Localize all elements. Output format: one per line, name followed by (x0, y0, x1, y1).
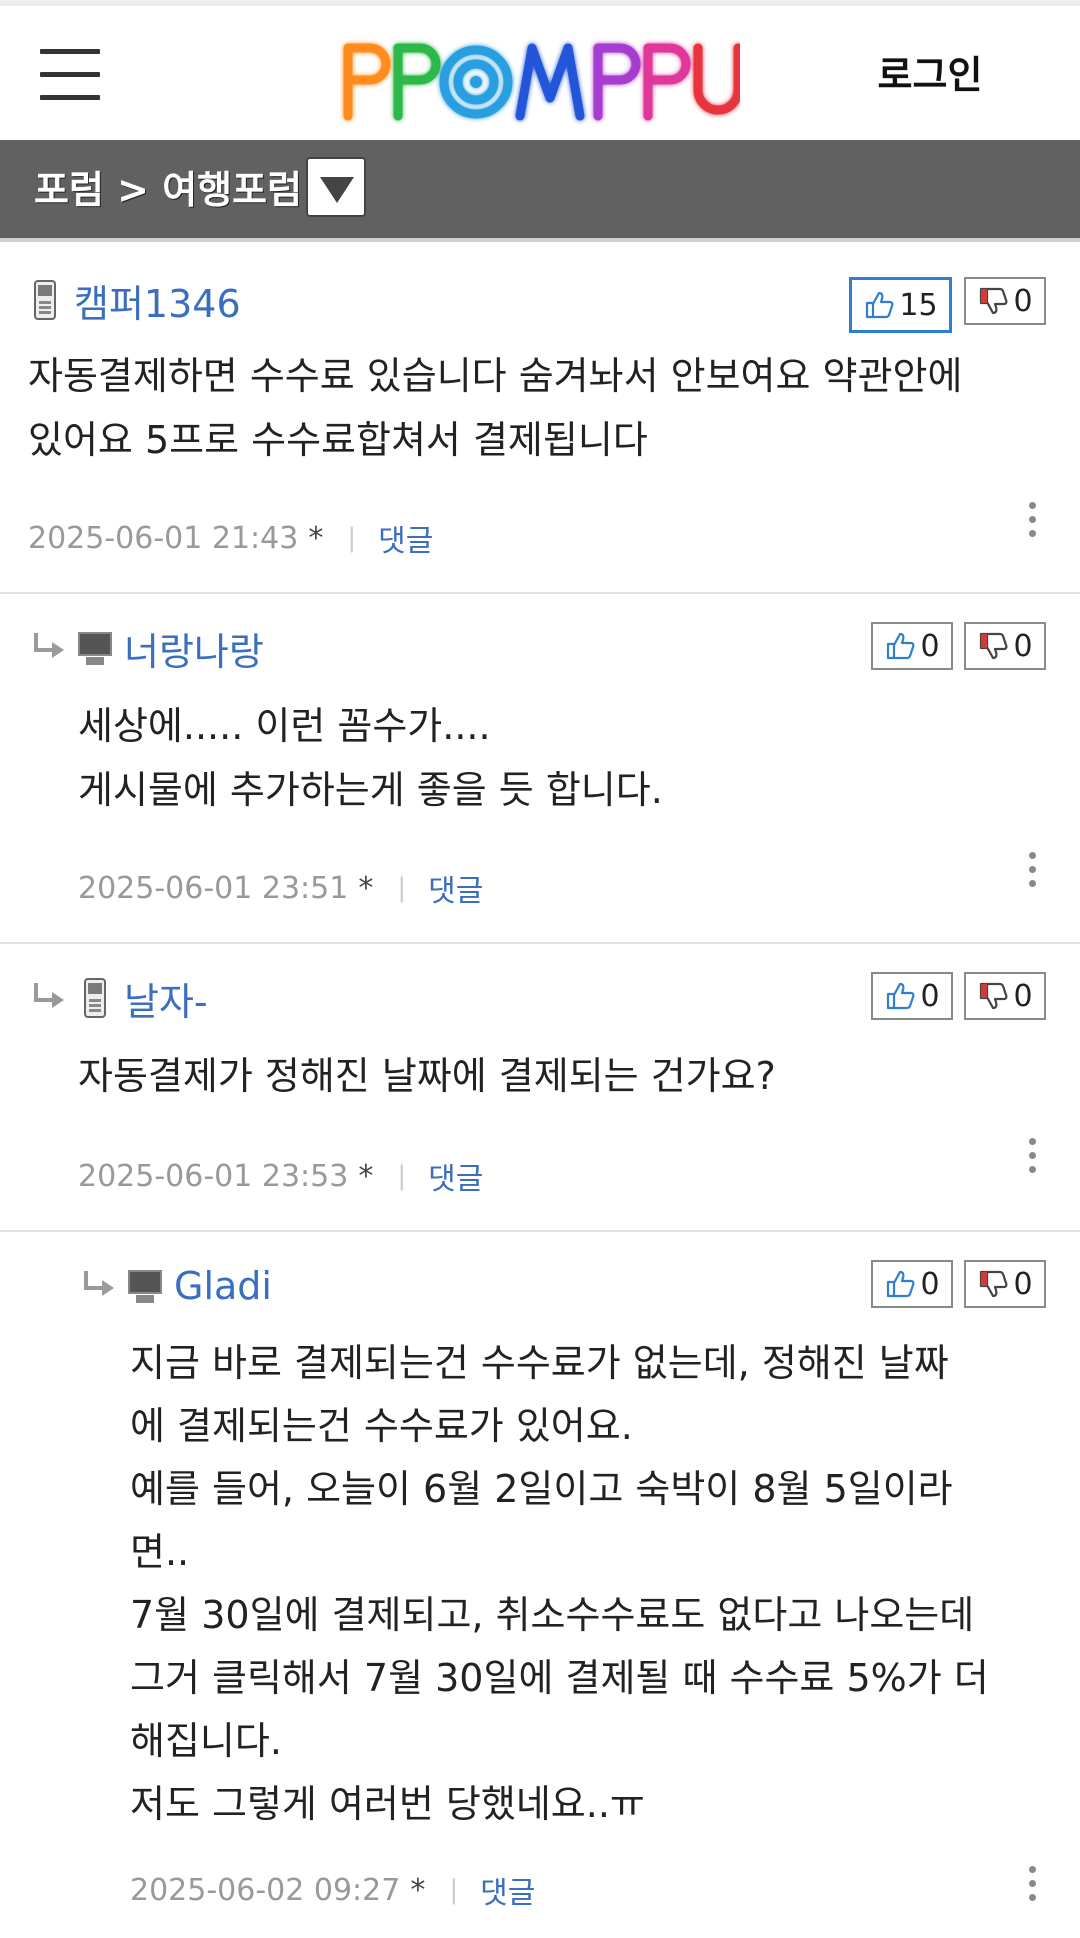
comment-item: 캠퍼1346 15 0 자동결제하면 수수료 있습니다 숨겨놔서 안보여요 약관… (0, 246, 1080, 594)
divider: | (397, 873, 407, 903)
thumbs-up-icon (887, 982, 915, 1010)
upvote-button[interactable]: 0 (871, 972, 953, 1020)
comment-timestamp: 2025-06-01 21:43 (28, 520, 299, 556)
comment-timestamp: 2025-06-01 23:51 (78, 870, 349, 906)
upvote-count: 15 (899, 287, 938, 323)
pc-device-icon (78, 628, 112, 668)
comment-item: Gladi 0 0 지금 바로 결제되는건 수수료가 없는데, 정해진 날짜 에… (0, 1232, 1080, 1938)
comment-author[interactable]: Gladi (174, 1264, 272, 1308)
forum-dropdown-button[interactable] (306, 157, 366, 217)
upvote-button[interactable]: 0 (871, 622, 953, 670)
login-button[interactable]: 로그인 (860, 50, 1000, 100)
thumbs-up-icon (866, 291, 894, 319)
mobile-device-icon (78, 978, 112, 1018)
reply-link[interactable]: 댓글 (428, 1154, 483, 1198)
downvote-count: 0 (1013, 628, 1033, 664)
downvote-count: 0 (1013, 283, 1033, 319)
reply-arrow-icon (80, 1271, 116, 1301)
comment-author[interactable]: 캠퍼1346 (74, 273, 241, 328)
reply-link[interactable]: 댓글 (428, 866, 483, 910)
downvote-button[interactable]: 0 (964, 277, 1046, 325)
comment-timestamp: 2025-06-01 23:53 (78, 1158, 349, 1194)
thumbs-up-icon (887, 632, 915, 660)
downvote-button[interactable]: 0 (964, 622, 1046, 670)
breadcrumb[interactable]: 포럼 > 여행포럼 (34, 162, 302, 218)
reply-arrow-icon (30, 983, 66, 1013)
thumbs-down-icon (980, 982, 1008, 1010)
upvote-button[interactable]: 0 (871, 1260, 953, 1308)
divider: | (347, 523, 357, 553)
upvote-count: 0 (920, 978, 940, 1014)
edited-star: * (308, 520, 324, 556)
thumbs-up-icon (887, 1270, 915, 1298)
comment-author[interactable]: 너랑나랑 (124, 621, 264, 676)
thumbs-down-icon (980, 632, 1008, 660)
downvote-button[interactable]: 0 (964, 1260, 1046, 1308)
edited-star: * (358, 1158, 374, 1194)
reply-arrow-icon (30, 633, 66, 663)
reply-link[interactable]: 댓글 (480, 1868, 535, 1912)
more-options-icon[interactable] (1022, 1136, 1042, 1176)
pc-device-icon (128, 1266, 162, 1306)
thumbs-down-icon (980, 1270, 1008, 1298)
comment-text: 자동결제가 정해진 날짜에 결제되는 건가요? (78, 1054, 776, 1098)
edited-star: * (410, 1872, 426, 1908)
comment-text: 자동결제하면 수수료 있습니다 숨겨놔서 안보여요 약관안에 있어요 5프로 수… (28, 354, 963, 462)
upvote-count: 0 (920, 628, 940, 664)
more-options-icon[interactable] (1022, 850, 1042, 890)
more-options-icon[interactable] (1022, 500, 1042, 540)
comment-text: 세상에..... 이런 꼼수가.... 게시물에 추가하는게 좋을 듯 합니다. (78, 704, 663, 812)
forum-navbar: 포럼 > 여행포럼 (0, 140, 1080, 242)
comment-item: 너랑나랑 0 0 세상에..... 이런 꼼수가.... 게시물에 추가하는게 … (0, 594, 1080, 944)
downvote-count: 0 (1013, 1266, 1033, 1302)
mobile-device-icon (28, 280, 62, 320)
upvote-button[interactable]: 15 (849, 277, 952, 333)
comment-timestamp: 2025-06-02 09:27 (130, 1872, 401, 1908)
comment-item: 날자- 0 0 자동결제가 정해진 날짜에 결제되는 건가요? 2025-06-… (0, 944, 1080, 1232)
downvote-count: 0 (1013, 978, 1033, 1014)
more-options-icon[interactable] (1022, 1864, 1042, 1904)
comment-text: 지금 바로 결제되는건 수수료가 없는데, 정해진 날짜 에 결제되는건 수수료… (130, 1341, 989, 1826)
ppomppu-logo[interactable] (336, 36, 740, 128)
downvote-button[interactable]: 0 (964, 972, 1046, 1020)
divider: | (449, 1875, 459, 1905)
thumbs-down-icon (980, 287, 1008, 315)
top-header: 로그인 (0, 0, 1080, 140)
upvote-count: 0 (920, 1266, 940, 1302)
edited-star: * (358, 870, 374, 906)
reply-link[interactable]: 댓글 (378, 516, 433, 560)
comment-author[interactable]: 날자- (124, 971, 208, 1026)
menu-icon[interactable] (40, 46, 100, 102)
divider: | (397, 1161, 407, 1191)
